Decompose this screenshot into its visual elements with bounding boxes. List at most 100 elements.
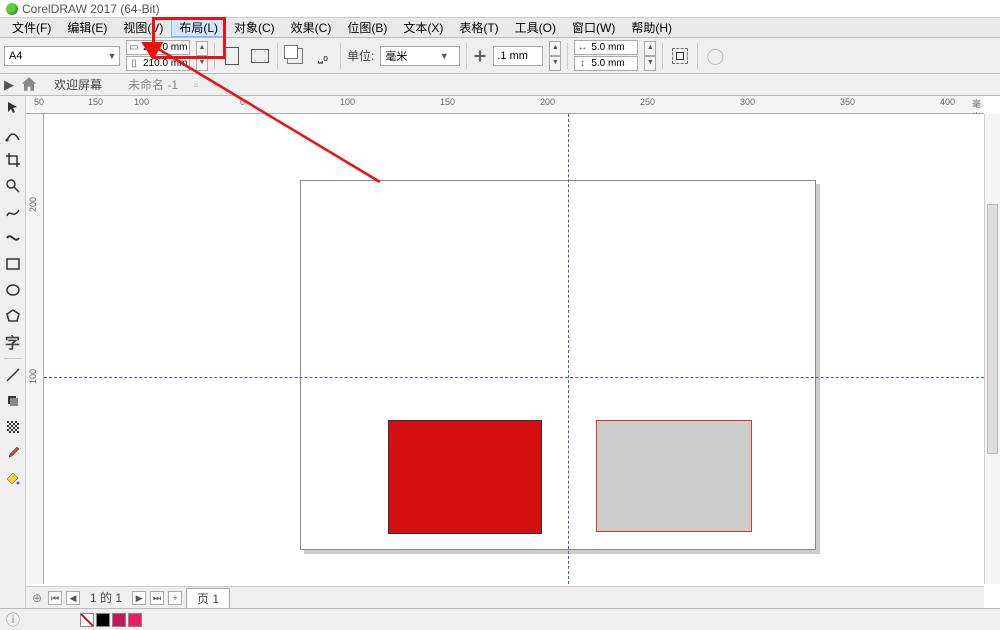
artistic-media-tool[interactable]	[3, 228, 23, 248]
menu-help[interactable]: 帮助(H)	[623, 18, 680, 37]
vertical-ruler[interactable]: 200 100	[26, 114, 44, 584]
crop-marks-button[interactable]	[669, 45, 691, 67]
horizontal-guide[interactable]	[44, 377, 984, 378]
document-tab-bar: ▶ 欢迎屏幕 未命名 -1 ▫	[0, 74, 1000, 96]
page-height-input[interactable]	[141, 57, 189, 70]
unit-combo[interactable]: ▼	[380, 46, 460, 66]
height-icon: ▯	[127, 59, 141, 69]
pick-tool[interactable]	[3, 98, 23, 118]
app-title: CorelDRAW 2017 (64-Bit)	[22, 2, 160, 16]
dup-x-field[interactable]: ↔	[574, 40, 638, 55]
page-height-field[interactable]: ▯	[126, 56, 190, 71]
vertical-guide[interactable]	[568, 114, 569, 584]
paper-size-combo[interactable]: ▼	[4, 46, 120, 66]
ruler-tick: 100	[28, 369, 38, 384]
menu-view[interactable]: 视图(V)	[115, 18, 171, 37]
tab-document[interactable]: 未命名 -1	[118, 74, 188, 95]
menu-bitmap[interactable]: 位图(B)	[339, 18, 395, 37]
color-swatch[interactable]	[96, 613, 110, 627]
crop-tool[interactable]	[3, 150, 23, 170]
page-width-input[interactable]	[141, 41, 189, 54]
page-dimensions: ▭ ▯	[126, 40, 190, 71]
ellipse-tool[interactable]	[3, 280, 23, 300]
drop-shadow-tool[interactable]	[3, 391, 23, 411]
nudge-spinner[interactable]: ▲▼	[549, 41, 561, 71]
align-bottom-button[interactable]: ⎵₀	[312, 45, 334, 67]
dup-y-field[interactable]: ↕	[574, 56, 638, 71]
facing-pages-button[interactable]	[284, 45, 306, 67]
ruler-tick: 100	[340, 97, 355, 107]
page-navigator: ⊕ ⏮ ◀ 1 的 1 ▶ ⏭ + 页 1	[26, 586, 984, 608]
menu-bar: 文件(F) 编辑(E) 视图(V) 布局(L) 对象(C) 效果(C) 位图(B…	[0, 18, 1000, 38]
rectangle-tool[interactable]	[3, 254, 23, 274]
ruler-tick: 350	[840, 97, 855, 107]
caret-down-icon[interactable]: ▼	[105, 51, 119, 61]
dup-x-icon: ↔	[575, 43, 589, 53]
add-page-button[interactable]: ⊕	[30, 591, 44, 605]
duplicate-offset: ↔ ↕	[574, 40, 638, 71]
property-toolbar: ▼ ▭ ▯ ▲▼ ⎵₀ 单位: ▼ ▲▼ ↔ ↕ ▲▼ ◯	[0, 38, 1000, 74]
color-swatch[interactable]	[112, 613, 126, 627]
home-icon[interactable]	[20, 76, 38, 94]
page-tab[interactable]: 页 1	[186, 588, 230, 608]
ruler-tick: 100	[134, 97, 149, 107]
tab-welcome[interactable]: 欢迎屏幕	[44, 74, 112, 95]
horizontal-ruler[interactable]: 0 50 100 100 150 150 200 250 300 350 400…	[26, 96, 984, 114]
ruler-tick: 300	[740, 97, 755, 107]
portrait-button[interactable]	[221, 45, 243, 67]
menu-file[interactable]: 文件(F)	[4, 18, 59, 37]
unit-label: 单位:	[347, 47, 374, 64]
red-rectangle-shape[interactable]	[388, 420, 542, 534]
polygon-tool[interactable]	[3, 306, 23, 326]
ruler-tick: 400	[940, 97, 955, 107]
tab-close-icon[interactable]: ▫	[194, 78, 198, 92]
color-swatch[interactable]	[128, 613, 142, 627]
toolbox: 字	[0, 96, 26, 608]
next-page-button[interactable]: ▶	[132, 591, 146, 605]
grey-rectangle-shape[interactable]	[596, 420, 752, 532]
zoom-tool[interactable]	[3, 176, 23, 196]
prev-page-button[interactable]: ◀	[66, 591, 80, 605]
page-size-spinner[interactable]: ▲▼	[196, 41, 208, 71]
status-bar: ⓘ	[0, 608, 1000, 630]
freehand-tool[interactable]	[3, 202, 23, 222]
caret-down-icon[interactable]: ▼	[437, 51, 451, 61]
transparency-tool[interactable]	[3, 417, 23, 437]
page-width-field[interactable]: ▭	[126, 40, 190, 55]
ruler-tick: 200	[28, 197, 38, 212]
nudge-icon	[473, 49, 487, 63]
shape-tool[interactable]	[3, 124, 23, 144]
menu-object[interactable]: 对象(C)	[226, 18, 283, 37]
first-page-button[interactable]: ⏮	[48, 591, 62, 605]
vertical-scrollbar[interactable]	[984, 114, 1000, 584]
menu-effects[interactable]: 效果(C)	[283, 18, 340, 37]
menu-window[interactable]: 窗口(W)	[564, 18, 623, 37]
workspace: 字 0 50 100 100 150 150 200 250 300 350 4…	[0, 96, 1000, 608]
width-icon: ▭	[127, 43, 141, 53]
vertical-scrollbar-thumb[interactable]	[987, 204, 998, 454]
pick-tool-indicator-icon: ▶	[4, 77, 14, 93]
menu-text[interactable]: 文本(X)	[395, 18, 451, 37]
menu-edit[interactable]: 编辑(E)	[59, 18, 115, 37]
dup-y-input[interactable]	[589, 57, 637, 70]
menu-table[interactable]: 表格(T)	[451, 18, 506, 37]
unit-input[interactable]	[381, 47, 437, 65]
hint-icon: ⓘ	[6, 610, 20, 630]
no-fill-swatch[interactable]	[80, 613, 94, 627]
dup-x-input[interactable]	[589, 41, 637, 54]
eyedropper-tool[interactable]	[3, 443, 23, 463]
fill-tool[interactable]	[3, 469, 23, 489]
nudge-input[interactable]	[493, 46, 543, 66]
text-tool[interactable]: 字	[3, 332, 23, 352]
last-page-button[interactable]: ⏭	[150, 591, 164, 605]
paper-size-input[interactable]	[5, 47, 105, 65]
dimension-tool[interactable]	[3, 365, 23, 385]
landscape-button[interactable]	[249, 45, 271, 67]
menu-layout[interactable]: 布局(L)	[171, 18, 226, 37]
drawing-canvas[interactable]	[44, 114, 984, 584]
options-button[interactable]: ◯	[704, 45, 726, 67]
dup-spinner[interactable]: ▲▼	[644, 41, 656, 71]
add-page-after-button[interactable]: +	[168, 591, 182, 605]
menu-tools[interactable]: 工具(O)	[507, 18, 564, 37]
page-counter: 1 的 1	[84, 589, 128, 606]
